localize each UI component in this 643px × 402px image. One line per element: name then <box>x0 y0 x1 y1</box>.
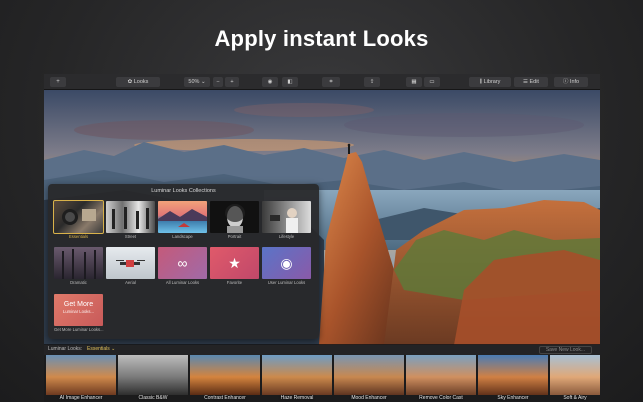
app-window: + ✿ Looks 50% ⌄ − + ◉ ◧ ⌗ ⇪ ▦ ▭ ⫼ Librar… <box>44 74 600 402</box>
share-icon[interactable]: ⇪ <box>364 77 380 87</box>
look-name: Mood Enhancer <box>351 395 387 401</box>
collection-tile-landscape[interactable]: Landscape <box>158 201 207 239</box>
collection-label: User Luminar Looks <box>267 280 306 285</box>
collection-select[interactable]: Essentials ⌄ <box>87 346 115 352</box>
collection-label: Street <box>124 234 137 239</box>
info-icon: ⓘ <box>562 79 570 85</box>
favorite-thumbnail: ★ <box>210 247 259 279</box>
single-view-icon[interactable]: ▭ <box>424 77 440 87</box>
collection-label: Landscape <box>172 234 193 239</box>
lifestyle-thumbnail <box>262 201 311 233</box>
look-thumbnail <box>478 355 548 395</box>
look-classic-bw[interactable]: Classic B&W <box>118 355 188 402</box>
collection-tile-favorite[interactable]: ★ Favorite <box>210 247 259 285</box>
looks-button[interactable]: ✿ Looks <box>116 77 160 87</box>
look-thumbnail <box>262 355 332 395</box>
collection-label: Aerial <box>125 280 136 285</box>
looks-filmstrip: AI Image Enhancer Classic B&W Contrast E… <box>44 355 600 402</box>
look-haze-removal[interactable]: Haze Removal <box>262 355 332 402</box>
collection-tile-lifestyle[interactable]: Lifestyle <box>262 201 311 239</box>
grid-view-icon[interactable]: ▦ <box>406 77 422 87</box>
looks-collections-panel: Luminar Looks Collections Essentials Str… <box>48 184 319 339</box>
look-name: AI Image Enhancer <box>59 395 103 401</box>
zoom-select[interactable]: 50% ⌄ <box>184 77 210 87</box>
look-mood-enhancer[interactable]: Mood Enhancer <box>334 355 404 402</box>
look-thumbnail <box>550 355 600 395</box>
save-new-look-button[interactable]: Save New Look... <box>538 346 592 354</box>
look-name: Classic B&W <box>138 395 168 401</box>
panel-title: Luminar Looks Collections <box>151 188 216 194</box>
look-thumbnail <box>406 355 476 395</box>
look-thumbnail <box>46 355 116 395</box>
collection-label: Lifestyle <box>278 234 295 239</box>
look-name: Soft & Airy <box>563 395 587 401</box>
collection-tile-all-looks[interactable]: ∞ All Luminar Looks <box>158 247 207 285</box>
library-button[interactable]: ⫼ Library <box>469 77 511 87</box>
collection-label: Essentials <box>68 234 89 239</box>
infinity-icon: ∞ <box>177 255 188 271</box>
dramatic-thumbnail <box>54 247 103 279</box>
essentials-thumbnail <box>53 200 104 234</box>
collection-tile-user-looks[interactable]: ◉ User Luminar Looks <box>262 247 311 285</box>
all-looks-thumbnail: ∞ <box>158 247 207 279</box>
landscape-thumbnail <box>158 201 207 233</box>
crop-icon[interactable]: ⌗ <box>322 77 340 87</box>
looks-label: Luminar Looks: <box>48 346 83 352</box>
user-icon: ◉ <box>280 255 293 271</box>
collection-label: Favorite <box>226 280 243 285</box>
star-icon: ★ <box>228 255 241 271</box>
look-thumbnail <box>190 355 260 395</box>
collection-tile-portrait[interactable]: Portrait <box>210 201 259 239</box>
info-button[interactable]: ⓘ Info <box>554 77 588 87</box>
headline: Apply instant Looks <box>214 26 429 51</box>
collection-tile-aerial[interactable]: Aerial <box>106 247 155 285</box>
looks-filmstrip-header: Luminar Looks: Essentials ⌄ Save New Loo… <box>44 345 600 355</box>
collection-tile-street[interactable]: Street <box>106 201 155 239</box>
look-remove-color-cast[interactable]: Remove Color Cast <box>406 355 476 402</box>
compare-icon[interactable]: ◧ <box>282 77 298 87</box>
look-thumbnail <box>334 355 404 395</box>
zoom-in-button[interactable]: + <box>225 77 239 87</box>
toolbar: + ✿ Looks 50% ⌄ − + ◉ ◧ ⌗ ⇪ ▦ ▭ ⫼ Librar… <box>44 74 600 90</box>
collection-label: All Luminar Looks <box>165 280 200 285</box>
collection-tile-essentials[interactable]: Essentials <box>53 200 104 239</box>
get-more-subtitle: Luminar Looks... <box>63 309 94 314</box>
portrait-thumbnail <box>210 201 259 233</box>
add-button[interactable]: + <box>50 77 66 87</box>
look-contrast-enhancer[interactable]: Contrast Enhancer <box>190 355 260 402</box>
user-looks-thumbnail: ◉ <box>262 247 311 279</box>
collection-tile-get-more[interactable]: Get More Luminar Looks... Get More Lumin… <box>54 294 104 332</box>
look-name: Sky Enhancer <box>497 395 529 401</box>
look-soft-airy[interactable]: Soft & Airy <box>550 355 600 402</box>
look-thumbnail <box>118 355 188 395</box>
collection-label: Get More Luminar Looks... <box>54 327 104 332</box>
look-name: Contrast Enhancer <box>204 395 246 401</box>
look-name: Remove Color Cast <box>419 395 463 401</box>
collection-label: Dramatic <box>70 280 87 285</box>
street-thumbnail <box>106 201 155 233</box>
look-sky-enhancer[interactable]: Sky Enhancer <box>478 355 548 402</box>
eye-icon[interactable]: ◉ <box>262 77 278 87</box>
aerial-thumbnail <box>106 247 155 279</box>
look-name: Haze Removal <box>280 395 314 401</box>
zoom-out-button[interactable]: − <box>213 77 223 87</box>
look-ai-image-enhancer[interactable]: AI Image Enhancer <box>46 355 116 402</box>
collection-tile-dramatic[interactable]: Dramatic <box>54 247 103 285</box>
edit-button[interactable]: ☰ Edit <box>514 77 548 87</box>
get-more-title: Get More <box>63 301 94 308</box>
get-more-thumbnail: Get More Luminar Looks... <box>54 294 103 326</box>
collection-label: Portrait <box>227 234 242 239</box>
